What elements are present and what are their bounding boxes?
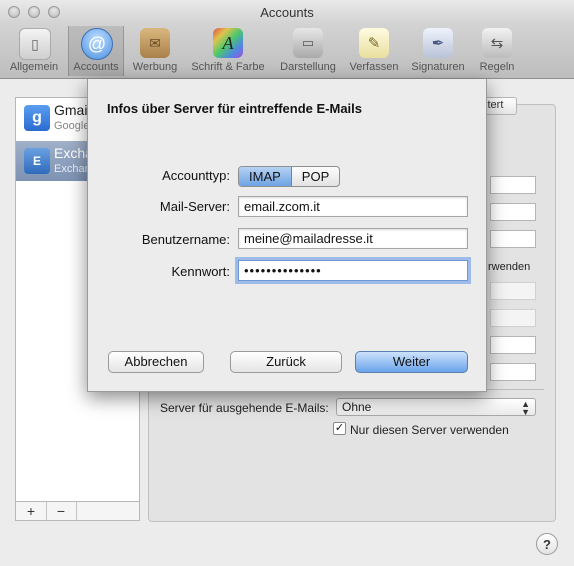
- back-button[interactable]: Zurück: [230, 351, 342, 373]
- add-account-button[interactable]: +: [16, 502, 47, 520]
- toolbar-label: Accounts: [73, 61, 119, 73]
- exchange-icon: E: [24, 148, 50, 174]
- email-address-field[interactable]: [490, 203, 536, 221]
- only-this-server-label: Nur diesen Server verwenden: [350, 423, 509, 437]
- password-input[interactable]: ••••••••••••••: [238, 260, 468, 281]
- toolbar-label: Allgemein: [9, 61, 59, 73]
- toolbar-item-signaturen[interactable]: ✒ Signaturen: [406, 26, 470, 76]
- toolbar-label: Schrift & Farbe: [191, 61, 265, 73]
- title-bar: Accounts: [0, 0, 574, 24]
- junk-mail-icon: ✉: [140, 28, 170, 58]
- remove-account-button[interactable]: −: [46, 502, 77, 520]
- username-label: Benutzername:: [141, 232, 230, 247]
- toolbar-label: Darstellung: [280, 61, 336, 73]
- cancel-button[interactable]: Abbrechen: [108, 351, 204, 373]
- incoming-server-sheet: Infos über Server für eintreffende E-Mai…: [87, 79, 487, 392]
- toolbar-label: Verfassen: [349, 61, 399, 73]
- internal-server-field: [490, 282, 536, 300]
- signature-icon: ✒: [423, 28, 453, 58]
- rules-icon: ⇆: [482, 28, 512, 58]
- external-server-field: [490, 309, 536, 327]
- outgoing-server-value: Ohne: [342, 400, 372, 414]
- help-button[interactable]: ?: [536, 533, 558, 555]
- mail-server-label: Mail-Server:: [159, 199, 230, 214]
- toolbar-item-verfassen[interactable]: ✎ Verfassen: [346, 26, 402, 76]
- at-icon: @: [81, 28, 113, 60]
- toolbar-item-schrift-farbe[interactable]: A Schrift & Farbe: [186, 26, 270, 76]
- window-title: Accounts: [260, 5, 314, 20]
- compose-icon: ✎: [359, 28, 389, 58]
- toolbar-item-werbung[interactable]: ✉ Werbung: [128, 26, 182, 76]
- account-type-segmented-control: IMAP POP: [238, 166, 341, 187]
- viewing-icon: ▭: [293, 28, 323, 58]
- outgoing-server-label: Server für ausgehende E-Mails:: [160, 401, 329, 415]
- verwenden-label: rwenden: [488, 261, 531, 273]
- toolbar: ▯ Allgemein @ Accounts ✉ Werbung A Schri…: [0, 24, 574, 79]
- pop-option[interactable]: POP: [292, 167, 339, 186]
- username-field-bg[interactable]: [490, 336, 536, 354]
- preferences-window: Accounts ▯ Allgemein @ Accounts ✉ Werbun…: [0, 0, 574, 566]
- account-description-field[interactable]: [490, 176, 536, 194]
- password-label: Kennwort:: [171, 264, 230, 279]
- only-this-server-checkbox[interactable]: ✓: [333, 422, 346, 435]
- switch-icon: ▯: [19, 28, 51, 60]
- account-name: Gmail: [54, 102, 91, 118]
- font-color-icon: A: [213, 28, 243, 58]
- continue-button[interactable]: Weiter: [355, 351, 468, 373]
- outgoing-server-select[interactable]: Ohne ▲ ▼: [336, 398, 536, 417]
- sheet-title: Infos über Server für eintreffende E-Mai…: [107, 101, 363, 116]
- toolbar-label: Regeln: [479, 61, 515, 73]
- toolbar-item-allgemein[interactable]: ▯ Allgemein: [4, 26, 64, 76]
- account-list-controls: + −: [15, 501, 140, 521]
- toolbar-item-darstellung[interactable]: ▭ Darstellung: [274, 26, 342, 76]
- toolbar-label: Werbung: [132, 61, 178, 73]
- google-icon: g: [24, 105, 50, 131]
- toolbar-label: Signaturen: [411, 61, 465, 73]
- password-field-bg[interactable]: [490, 363, 536, 381]
- stepper-arrows-icon: ▲ ▼: [521, 399, 530, 417]
- mail-server-input[interactable]: email.zcom.it: [238, 196, 468, 217]
- username-input[interactable]: meine@mailadresse.it: [238, 228, 468, 249]
- toolbar-item-accounts[interactable]: @ Accounts: [68, 26, 124, 76]
- account-type: Google: [54, 120, 90, 132]
- toolbar-item-regeln[interactable]: ⇆ Regeln: [474, 26, 520, 76]
- account-type-label: Accounttyp:: [162, 168, 230, 183]
- imap-option[interactable]: IMAP: [239, 167, 292, 186]
- full-name-field[interactable]: [490, 230, 536, 248]
